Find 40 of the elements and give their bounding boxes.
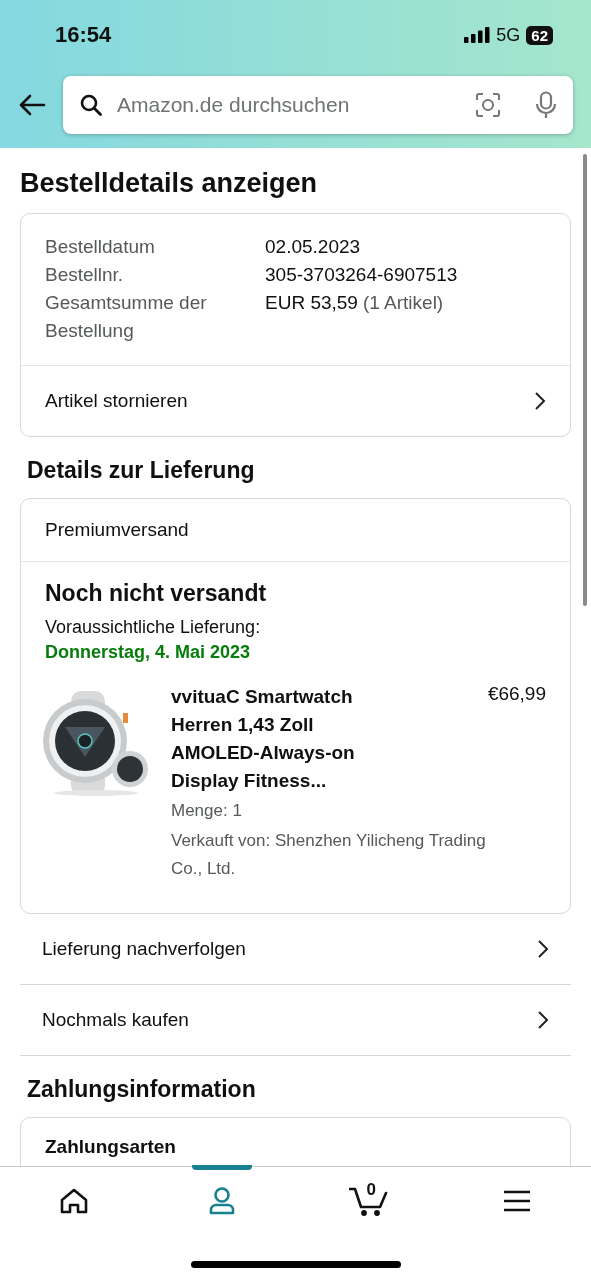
menu-icon <box>504 1190 531 1212</box>
order-label: Gesamtsumme der Bestellung <box>45 291 208 343</box>
camera-scan-icon[interactable] <box>475 92 501 118</box>
battery-level: 62 <box>526 25 553 45</box>
section-heading: Zahlungsinformation <box>27 1076 257 1103</box>
chevron-icon <box>537 939 549 959</box>
action-row[interactable]: Lieferung nachverfolgen <box>20 914 571 985</box>
product-title[interactable]: vvituaC Smartwatch Herren 1,43 Zoll AMOLED-Always-on Display Fitness... <box>171 683 381 795</box>
delivery-date: Donnerstag, 4. Mai 2023 <box>45 642 252 663</box>
order-label: Bestellnr. <box>45 263 125 287</box>
selected-indicator <box>191 1165 252 1170</box>
order-value: EUR 53,59 (1 Artikel) <box>265 291 445 315</box>
cancel-items-row[interactable]: Artikel stornieren <box>21 365 570 436</box>
search-icon <box>79 93 103 117</box>
seller-text: Verkauft von: Shenzhen Yilicheng Trading Co., Ltd. <box>171 830 487 880</box>
search-bar[interactable]: Amazon.de durchsuchen <box>63 76 573 134</box>
status-time: 16:54 <box>55 22 112 48</box>
product-price: €66,99 <box>487 683 546 706</box>
search-field[interactable]: Amazon.de durchsuchen <box>115 92 463 118</box>
chevron-icon <box>534 391 546 411</box>
network-label: 5G <box>496 24 521 46</box>
order-value: 02.05.2023 <box>265 235 362 259</box>
cart-count: 0 <box>366 1180 376 1200</box>
order-value: 305-3703264-6907513 <box>265 263 459 287</box>
section-heading: Details zur Lieferung <box>27 457 256 484</box>
shipment-status: Noch nicht versandt <box>45 580 268 607</box>
home-icon <box>59 1188 88 1214</box>
action-row[interactable]: Nochmals kaufen <box>20 985 571 1056</box>
quantity-text: Menge: 1 <box>171 800 243 822</box>
payment-methods-heading: Zahlungsarten <box>45 1136 177 1158</box>
order-label: Bestelldatum <box>45 235 156 259</box>
chevron-icon <box>537 1010 549 1030</box>
nav-tab[interactable]: 0 <box>295 1167 444 1235</box>
signal-icon <box>464 27 491 43</box>
back-arrow-icon[interactable] <box>18 94 46 116</box>
person-icon <box>208 1187 235 1215</box>
page-title: Bestelldetails anzeigen <box>20 168 319 199</box>
delivery-estimate-label: Voraussichtliche Lieferung: <box>45 617 262 638</box>
shipping-method: Premiumversand <box>21 499 570 562</box>
microphone-icon[interactable] <box>535 91 557 119</box>
